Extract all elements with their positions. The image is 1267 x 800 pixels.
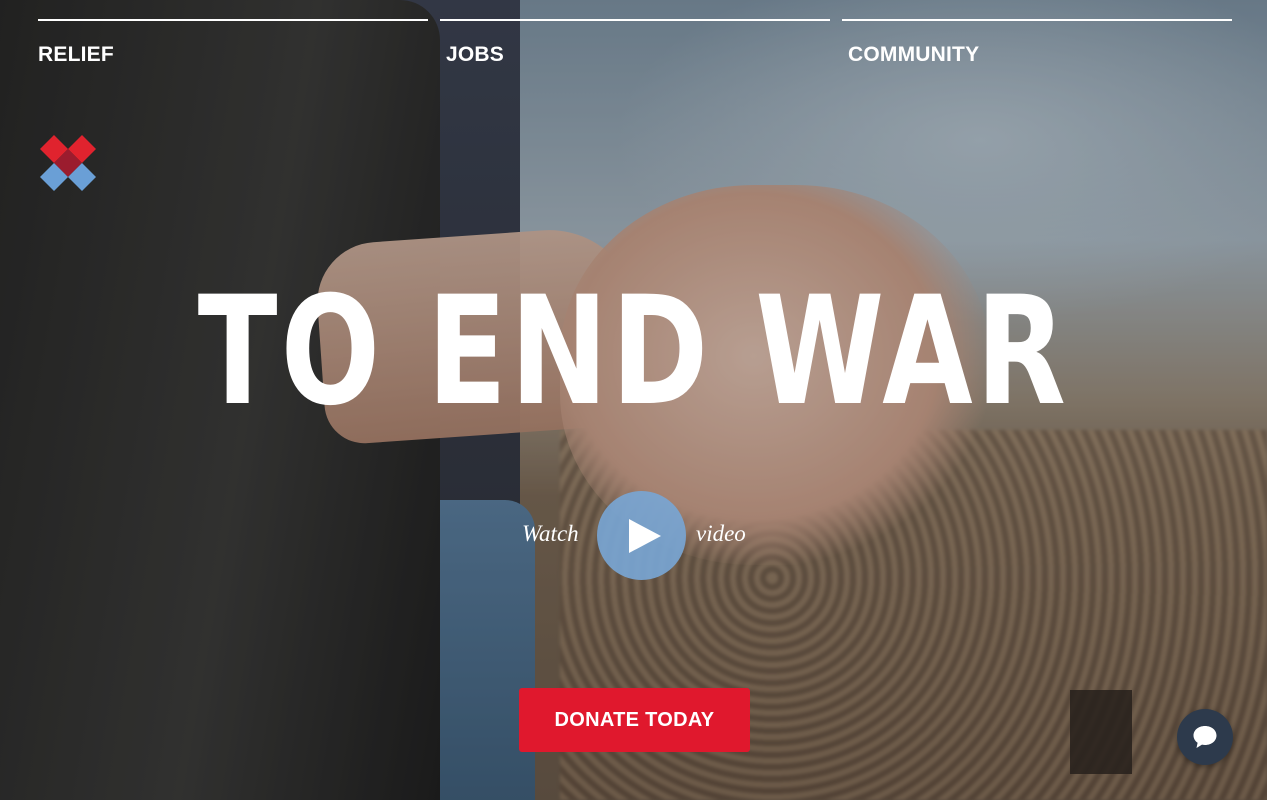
- top-navigation: RELIEF JOBS COMMUNITY: [38, 19, 1232, 79]
- nav-item-relief[interactable]: RELIEF: [38, 19, 428, 79]
- hero-headline: TO END WAR: [197, 265, 1070, 439]
- watch-video-group: Watch video: [520, 491, 760, 581]
- video-label: video: [696, 521, 746, 546]
- nav-item-jobs[interactable]: JOBS: [440, 19, 830, 79]
- chat-bubble-icon: [1193, 726, 1217, 748]
- nav-item-community[interactable]: COMMUNITY: [842, 19, 1232, 79]
- nav-item-label: JOBS: [446, 43, 504, 66]
- play-icon: [629, 519, 661, 553]
- play-video-button[interactable]: [597, 491, 686, 580]
- nav-item-label: COMMUNITY: [848, 43, 980, 66]
- nav-item-label: RELIEF: [38, 43, 114, 66]
- chat-button[interactable]: [1177, 709, 1233, 765]
- watch-label: Watch: [522, 521, 579, 546]
- logo-icon[interactable]: [40, 135, 96, 195]
- donate-button[interactable]: DONATE TODAY: [519, 688, 750, 752]
